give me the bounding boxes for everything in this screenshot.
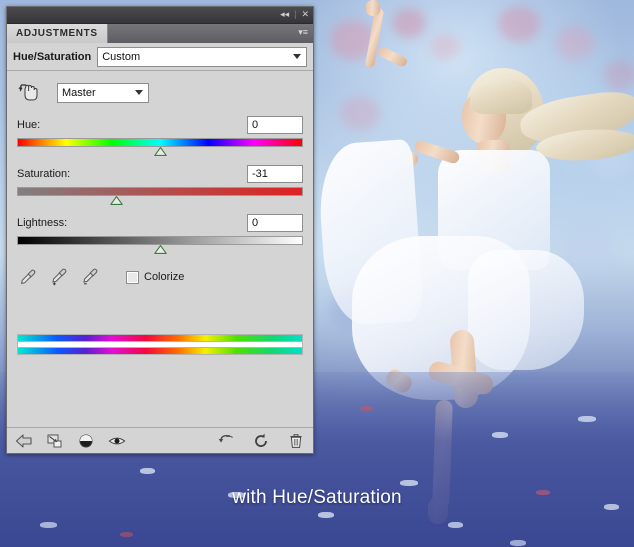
- panel-titlebar: ◂◂ | ✕: [7, 7, 313, 24]
- colorize-checkbox[interactable]: [126, 271, 139, 284]
- saturation-value-input[interactable]: -31: [247, 165, 303, 183]
- titlebar-buttons: ◂◂ | ✕: [280, 8, 309, 20]
- saturation-slider-head: Saturation: -31: [17, 164, 303, 184]
- on-image-adjustment-hand-icon[interactable]: [17, 81, 43, 105]
- delete-adjustment-trash-icon[interactable]: [287, 432, 305, 450]
- hue-slider-thumb[interactable]: [154, 147, 167, 156]
- hue-slider-track-wrap[interactable]: [17, 138, 303, 156]
- eyedropper-icon[interactable]: [19, 268, 37, 286]
- hue-value-input[interactable]: 0: [247, 116, 303, 134]
- tab-adjustments[interactable]: ADJUSTMENTS: [7, 24, 108, 43]
- adjustments-panel: ◂◂ | ✕ ADJUSTMENTS ▾≡ Hue/Saturation Cus…: [6, 6, 314, 454]
- eyedropper-subtract-icon[interactable]: [81, 268, 99, 286]
- hue-slider-track[interactable]: [17, 138, 303, 147]
- lightness-label: Lightness:: [17, 217, 67, 229]
- toggle-layer-visibility-eye-icon[interactable]: [108, 432, 126, 450]
- collapse-double-arrow-icon[interactable]: ◂◂: [280, 8, 289, 20]
- clip-to-layer-icon[interactable]: [46, 432, 64, 450]
- channel-dropdown[interactable]: Master: [57, 83, 149, 103]
- color-range-bars: [17, 334, 303, 355]
- view-previous-state-icon[interactable]: [217, 432, 235, 450]
- channel-dropdown-value: Master: [62, 87, 96, 99]
- panel-body: Master Hue: 0 Saturation: -31: [7, 71, 313, 355]
- page-title: Hue/Saturation: [13, 51, 91, 63]
- bokeh-spot: [392, 8, 426, 38]
- hue-slider-group: Hue: 0: [17, 115, 303, 156]
- hue-label: Hue:: [17, 119, 40, 131]
- colorize-label: Colorize: [144, 271, 184, 283]
- preset-dropdown-value: Custom: [102, 51, 140, 63]
- panel-menu-icon[interactable]: ▾≡: [298, 27, 308, 38]
- preset-dropdown[interactable]: Custom: [97, 47, 307, 67]
- lightness-slider-track-wrap[interactable]: [17, 236, 303, 254]
- lightness-slider-track[interactable]: [17, 236, 303, 245]
- saturation-label: Saturation:: [17, 168, 70, 180]
- caption-text: with Hue/Saturation: [0, 487, 634, 509]
- color-spectrum-bar-result: [17, 347, 303, 355]
- color-spectrum-bar-source: [17, 334, 303, 342]
- panel-footer: [7, 427, 313, 453]
- eyedropper-add-icon[interactable]: [50, 268, 68, 286]
- saturation-slider-track-wrap[interactable]: [17, 187, 303, 205]
- chevron-down-icon: [293, 54, 301, 59]
- dancer-skirt-right: [468, 250, 584, 370]
- toggle-adjustment-icon[interactable]: [77, 432, 95, 450]
- bokeh-spot: [556, 26, 594, 60]
- bokeh-spot: [498, 6, 540, 42]
- reset-adjustment-icon[interactable]: [252, 432, 270, 450]
- panel-header-row: Hue/Saturation Custom: [7, 43, 313, 71]
- tab-strip-filler: [108, 24, 313, 43]
- lightness-slider-head: Lightness: 0: [17, 213, 303, 233]
- lightness-value-input[interactable]: 0: [247, 214, 303, 232]
- close-icon[interactable]: ✕: [301, 8, 309, 20]
- bokeh-spot: [604, 60, 634, 90]
- lightness-slider-thumb[interactable]: [154, 245, 167, 254]
- chevron-down-icon: [135, 90, 143, 95]
- saturation-slider-group: Saturation: -31: [17, 164, 303, 205]
- saturation-slider-track[interactable]: [17, 187, 303, 196]
- footer-left-buttons: [15, 432, 126, 450]
- return-to-adjustment-list-icon[interactable]: [15, 432, 33, 450]
- dancer-hair-fringe: [470, 78, 532, 114]
- bokeh-spot: [340, 96, 380, 130]
- titlebar-separator: |: [294, 9, 296, 19]
- tool-row: Master: [17, 81, 303, 105]
- panel-tab-strip: ADJUSTMENTS ▾≡: [7, 24, 313, 43]
- colorize-checkbox-wrap[interactable]: Colorize: [126, 271, 184, 284]
- saturation-slider-thumb[interactable]: [110, 196, 123, 205]
- hue-slider-head: Hue: 0: [17, 115, 303, 135]
- bokeh-spot: [430, 34, 460, 60]
- eyedropper-row: Colorize: [19, 268, 303, 286]
- lightness-slider-group: Lightness: 0: [17, 213, 303, 254]
- footer-right-buttons: [217, 432, 305, 450]
